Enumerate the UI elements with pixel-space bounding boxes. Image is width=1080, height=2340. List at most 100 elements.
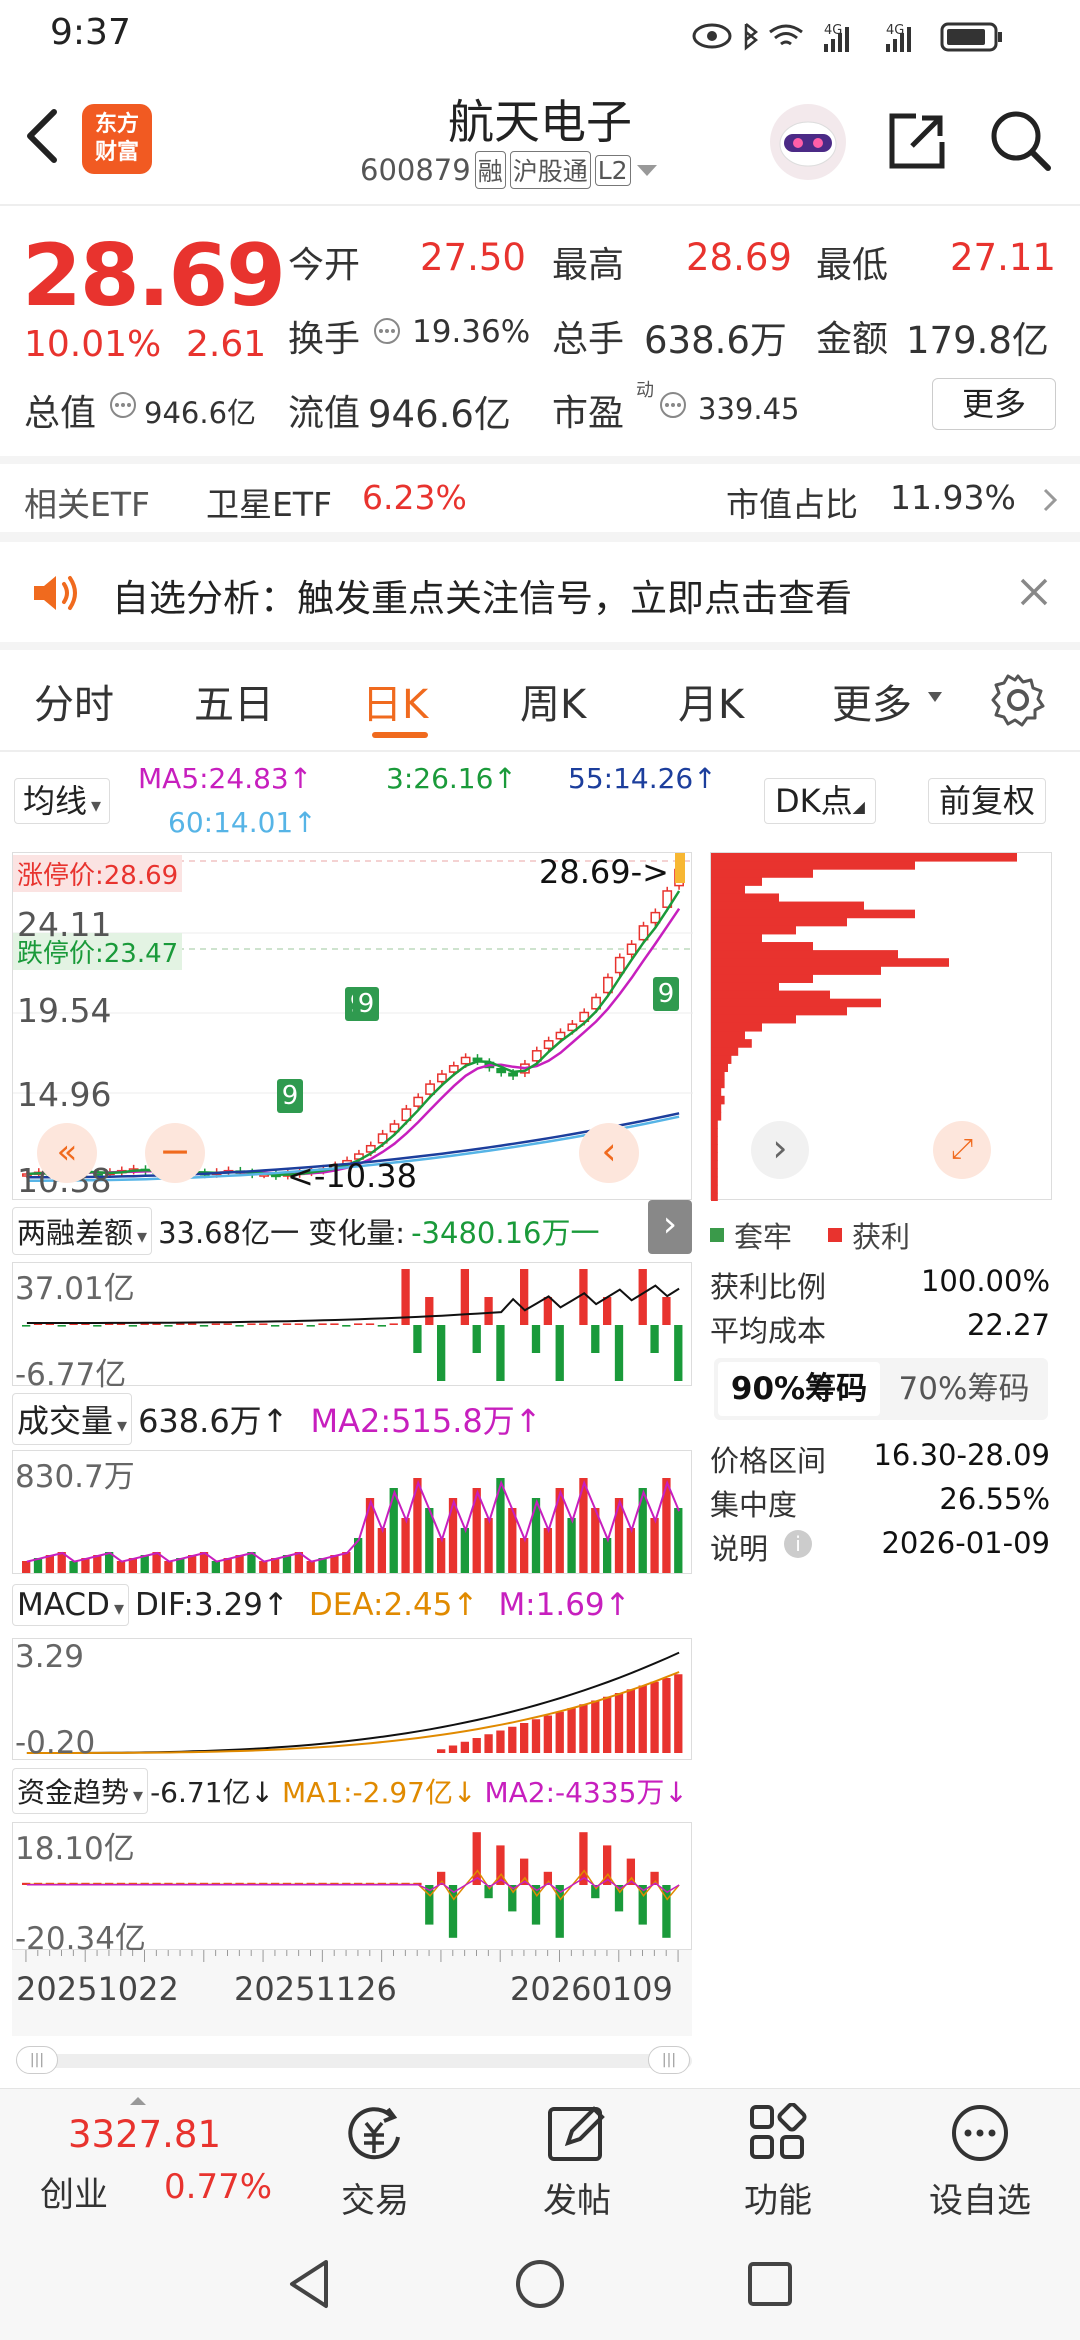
range-slider[interactable]: ||| ||| bbox=[16, 2046, 692, 2074]
slider-right-handle[interactable]: ||| bbox=[648, 2046, 690, 2074]
tab-more[interactable]: 更多 bbox=[832, 672, 912, 730]
scroll-left-button[interactable]: « bbox=[37, 1123, 97, 1183]
chip-row-concentration-label: 集中度 bbox=[710, 1488, 798, 1522]
margin-select[interactable]: 两融差额 ▾ bbox=[12, 1207, 153, 1255]
latest-volume-marker bbox=[675, 853, 685, 883]
settings-gear-icon[interactable] bbox=[990, 672, 1046, 728]
indicator-bar bbox=[425, 1297, 434, 1325]
zoom-out-button[interactable]: − bbox=[145, 1123, 205, 1183]
indicator-bar bbox=[460, 1528, 470, 1573]
search-icon[interactable] bbox=[988, 108, 1054, 174]
indicator-bar bbox=[591, 1325, 600, 1353]
nav-watchlist-label[interactable]: 设自选 bbox=[918, 2173, 1042, 2222]
last-price-tag: 28.69-> bbox=[539, 853, 669, 891]
indicator-bar bbox=[401, 1518, 410, 1573]
volume-chart[interactable]: 830.7万 bbox=[12, 1450, 692, 1574]
fund-title: 资金趋势 bbox=[17, 1776, 130, 1809]
trade-icon[interactable] bbox=[342, 2103, 408, 2165]
nav-trade-label[interactable]: 交易 bbox=[334, 2173, 416, 2222]
info-circle-icon[interactable]: i bbox=[784, 1530, 812, 1558]
indicator-bar bbox=[437, 1325, 446, 1381]
indicator-select[interactable]: 均线 ▾ bbox=[14, 778, 111, 824]
system-recents-icon[interactable] bbox=[746, 2260, 794, 2308]
stat-pe-superscript: 动 bbox=[636, 380, 654, 401]
macd-header: MACD ▾ DIF:3.29↑ DEA:2.45↑ M:1.69↑ bbox=[12, 1580, 692, 1630]
chip-legend: 套牢 获利 bbox=[710, 1214, 910, 1256]
status-icons: 4G 4G bbox=[690, 16, 1050, 56]
stock-code-row[interactable]: 600879 融 沪股通 L2 bbox=[360, 150, 659, 190]
fund-chart[interactable]: 18.10亿 -20.34亿 bbox=[12, 1822, 692, 1957]
assistant-avatar[interactable] bbox=[770, 104, 846, 180]
margin-header: 两融差额 ▾ 33.68亿一 变化量: -3480.16万一 bbox=[12, 1206, 692, 1256]
dk-point-button[interactable]: DK点◢ bbox=[764, 778, 876, 824]
more-button[interactable]: 更多 bbox=[932, 378, 1056, 430]
system-back-icon[interactable] bbox=[286, 2258, 332, 2310]
chip-bar bbox=[711, 1071, 725, 1081]
chip-row-profit-ratio-value: 100.00% bbox=[920, 1264, 1050, 1298]
slider-left-handle[interactable]: ||| bbox=[16, 2046, 58, 2074]
chip-bar bbox=[711, 1160, 718, 1170]
volume-select[interactable]: 成交量 ▾ bbox=[12, 1393, 133, 1445]
info-dots-icon-2[interactable] bbox=[108, 390, 138, 420]
kline-chart[interactable]: 涨停价:28.69 跌停价:23.47 24.11 19.54 14.96 10… bbox=[12, 852, 693, 1200]
collapse-right-button[interactable]: › bbox=[648, 1200, 692, 1254]
step-left-button[interactable]: ‹ bbox=[579, 1123, 639, 1183]
candle-body bbox=[508, 1072, 518, 1077]
indicator-bar bbox=[413, 1325, 422, 1353]
info-dots-icon-3[interactable] bbox=[658, 390, 688, 420]
macd-chart[interactable]: 3.29 -0.20 bbox=[12, 1638, 692, 1761]
chip-bar bbox=[711, 1063, 728, 1073]
indicator-bar bbox=[543, 1528, 553, 1573]
tab-five-day[interactable]: 五日 bbox=[194, 672, 274, 730]
caret-down-icon: ▾ bbox=[91, 793, 102, 817]
indicator-bar bbox=[520, 1723, 529, 1753]
nav-function-label[interactable]: 功能 bbox=[736, 2173, 820, 2222]
tab-intraday[interactable]: 分时 bbox=[34, 672, 114, 730]
chip-tabs: 90%筹码 70%筹码 bbox=[714, 1358, 1048, 1420]
margin-chart[interactable]: 37.01亿 -6.77亿 bbox=[12, 1262, 692, 1393]
chip-expand-right-button[interactable]: › bbox=[751, 1121, 809, 1179]
indicator-bar bbox=[389, 1323, 398, 1325]
tab-daily-k[interactable]: 日K bbox=[362, 672, 428, 730]
more-circle-icon[interactable] bbox=[950, 2103, 1010, 2163]
share-icon[interactable] bbox=[886, 110, 948, 172]
indicator-bar bbox=[579, 1269, 588, 1325]
chip-bar bbox=[711, 1055, 732, 1064]
tab-weekly-k[interactable]: 周K bbox=[520, 672, 586, 730]
info-dots-icon[interactable] bbox=[372, 316, 402, 346]
post-icon[interactable] bbox=[546, 2103, 608, 2165]
back-icon[interactable] bbox=[20, 106, 64, 166]
chip-bar bbox=[711, 1144, 718, 1153]
indicator-bar bbox=[674, 1674, 683, 1753]
active-tab-indicator bbox=[372, 732, 428, 738]
index-value[interactable]: 3327.81 bbox=[68, 2113, 221, 2156]
chip-tab-90[interactable]: 90%筹码 bbox=[718, 1362, 880, 1416]
app-logo[interactable]: 东方 财富 bbox=[82, 104, 152, 174]
chip-tab-70[interactable]: 70%筹码 bbox=[884, 1362, 1044, 1416]
chip-bar bbox=[711, 1047, 739, 1056]
macd-select[interactable]: MACD ▾ bbox=[12, 1584, 129, 1626]
macd-y-bottom: -0.20 bbox=[15, 1725, 96, 1761]
indicator-bar bbox=[22, 1325, 31, 1327]
system-home-icon[interactable] bbox=[514, 2258, 566, 2310]
fund-select[interactable]: 资金趋势 ▾ bbox=[12, 1768, 149, 1814]
indicator-bar bbox=[377, 1528, 387, 1573]
status-system-icons: 4G 4G bbox=[692, 22, 1002, 52]
adjust-button[interactable]: 前复权 bbox=[928, 778, 1047, 824]
chip-bar bbox=[711, 998, 881, 1008]
function-grid-icon[interactable] bbox=[748, 2103, 808, 2163]
robot-icon bbox=[779, 121, 837, 167]
indicator-bar bbox=[294, 1323, 304, 1325]
index-change[interactable]: 0.77% bbox=[164, 2167, 272, 2207]
tag-margin: 融 bbox=[474, 151, 506, 189]
stat-volume-value: 638.6万 bbox=[644, 319, 787, 362]
index-name[interactable]: 创业 bbox=[40, 2167, 108, 2216]
tab-monthly-k[interactable]: 月K bbox=[678, 672, 744, 730]
etf-row[interactable]: 相关ETF 卫星ETF 6.23% 市值占比 11.93% bbox=[0, 464, 1080, 532]
nav-post-label[interactable]: 发帖 bbox=[536, 2173, 618, 2222]
chip-fullscreen-button[interactable]: ⤢ bbox=[933, 1121, 991, 1179]
dropdown-triangle-icon bbox=[636, 165, 657, 176]
close-icon[interactable] bbox=[1018, 576, 1050, 608]
candle-body bbox=[543, 1040, 554, 1050]
notice-bar[interactable]: 自选分析：触发重点关注信号，立即点击查看 bbox=[0, 542, 1080, 642]
